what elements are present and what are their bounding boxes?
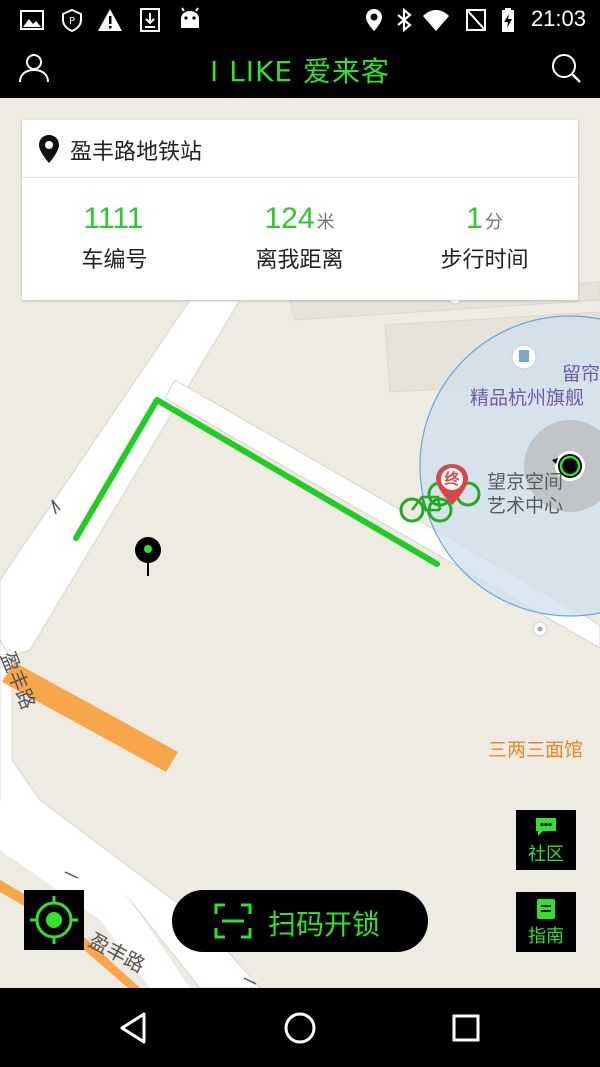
stat-walk-time: 1分 步行时间 xyxy=(392,202,577,274)
scan-unlock-label: 扫码开锁 xyxy=(268,908,381,941)
stat-label: 离我距离 xyxy=(255,248,344,273)
back-icon[interactable] xyxy=(114,1008,154,1048)
poi-store[interactable]: 精品杭州旗舰 xyxy=(470,386,600,410)
warning-icon xyxy=(98,9,122,31)
guide-button[interactable]: 指南 xyxy=(516,892,576,952)
bluetooth-icon xyxy=(397,7,412,33)
destination-label: 终 xyxy=(444,470,460,488)
crosshair-icon xyxy=(30,896,78,944)
book-icon xyxy=(537,899,555,919)
app-title: I LIKE 爱来客 xyxy=(210,55,390,88)
stat-unit: 分 xyxy=(484,212,503,233)
image-icon xyxy=(20,10,44,30)
home-icon[interactable] xyxy=(280,1008,320,1048)
status-bar: P 21:03 xyxy=(0,0,600,40)
poi-top-cut[interactable]: 留帘 xyxy=(562,362,600,386)
scan-icon xyxy=(214,903,252,939)
poi-art-center[interactable]: 望京空间 艺术中心 xyxy=(478,470,572,518)
app-bar: I LIKE 爱来客 xyxy=(0,40,600,98)
station-row[interactable]: 盈丰路地铁站 xyxy=(22,120,578,178)
stat-distance: 124 米 离我距离 xyxy=(207,202,392,274)
scan-unlock-button[interactable]: 扫码开锁 xyxy=(172,890,428,952)
battery-charging-icon xyxy=(502,8,514,32)
poi-restaurant[interactable]: 三两三面馆 xyxy=(488,738,583,762)
stat-label: 步行时间 xyxy=(440,248,529,273)
station-name: 盈丰路地铁站 xyxy=(70,140,203,165)
download-icon xyxy=(140,8,160,32)
locate-button[interactable] xyxy=(24,890,84,950)
guide-label: 指南 xyxy=(528,926,564,947)
community-button[interactable]: 社区 xyxy=(516,810,576,870)
status-time: 21:03 xyxy=(530,6,586,31)
stat-value: 1 xyxy=(466,202,483,235)
search-icon[interactable] xyxy=(548,50,584,86)
recents-icon[interactable] xyxy=(446,1008,486,1048)
location-pin-icon xyxy=(39,135,59,163)
start-marker-icon xyxy=(135,537,161,576)
stat-value: 124 xyxy=(264,202,315,235)
bike-info-card: 盈丰路地铁站 1111 车编号 124 米 离我距离 1分 步行时间 xyxy=(22,120,578,300)
svg-text:P: P xyxy=(69,16,75,27)
system-nav-bar xyxy=(0,988,600,1067)
stat-label: 车编号 xyxy=(81,248,148,273)
location-icon xyxy=(366,9,382,31)
stat-unit: 米 xyxy=(316,212,335,233)
android-icon xyxy=(181,7,199,28)
wifi-icon xyxy=(423,10,449,31)
destination-marker[interactable]: 终 xyxy=(434,463,470,507)
stat-bike-number: 1111 车编号 xyxy=(22,202,207,274)
shield-icon: P xyxy=(62,8,82,33)
no-sim-icon xyxy=(466,9,486,31)
community-label: 社区 xyxy=(528,844,564,865)
chat-bubble-icon xyxy=(536,818,556,836)
stat-value: 1111 xyxy=(83,202,144,235)
